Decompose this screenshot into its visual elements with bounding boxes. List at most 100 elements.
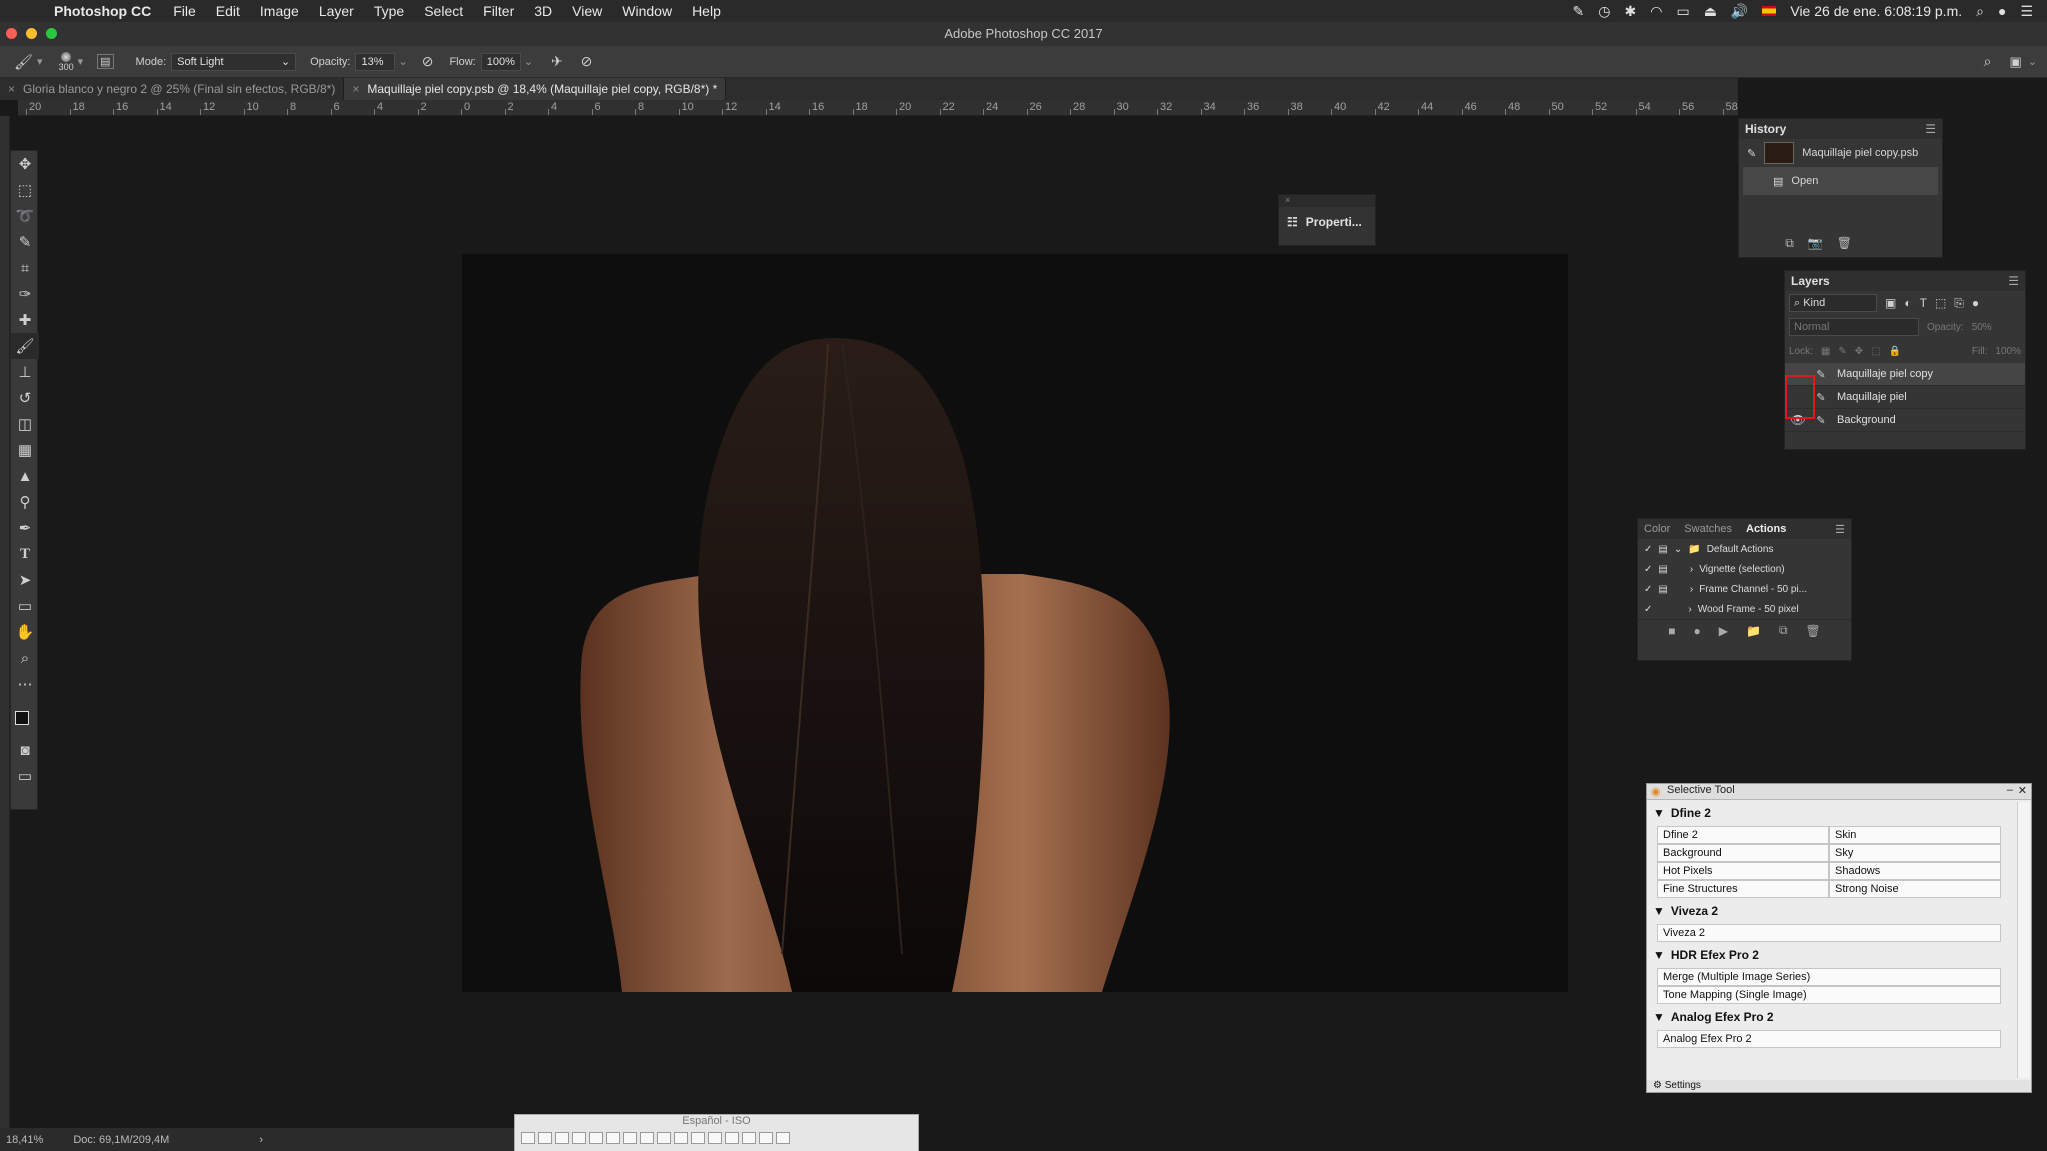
menu-view[interactable]: View [562,3,612,19]
record-icon[interactable]: ● [1694,624,1701,638]
blur-tool-icon[interactable]: ▲ [11,463,39,489]
blend-mode-select[interactable]: Normal [1789,318,1919,336]
pressure-opacity-icon[interactable]: ⊘ [422,53,434,70]
brush-tool-icon[interactable]: 🖌 [11,333,39,359]
adjustment-filter-icon[interactable]: ◐ [1904,296,1911,310]
history-brush-tool-icon[interactable]: ↺ [11,385,39,411]
checkmark-icon[interactable]: ✓ [1644,544,1652,555]
close-tab-icon[interactable]: × [352,82,359,96]
foreground-color-swatch[interactable] [15,711,29,725]
gradient-tool-icon[interactable]: ▦ [11,437,39,463]
workspace-icon[interactable]: ▣ [2009,54,2021,70]
new-action-icon[interactable]: ⧉ [1779,623,1788,638]
screen-mode-icon[interactable]: ▭ [11,763,39,789]
crop-tool-icon[interactable]: ⌗ [11,255,39,281]
menu-type[interactable]: Type [364,3,414,19]
panel-drag-bar[interactable]: × [1279,195,1375,207]
preset-button[interactable]: Sky [1829,844,2001,862]
key[interactable] [674,1132,688,1144]
layers-title[interactable]: Layers [1791,274,1830,288]
notification-center-icon[interactable]: ☰ [2020,3,2033,20]
lock-position-icon[interactable]: ✥ [1855,346,1863,357]
key[interactable] [759,1132,773,1144]
key[interactable] [589,1132,603,1144]
panel-menu-icon[interactable]: ☰ [1925,122,1936,136]
path-selection-tool-icon[interactable]: ➤ [11,567,39,593]
opacity-chevron-icon[interactable]: ⌄ [398,55,407,68]
close-tab-icon[interactable]: × [8,82,15,96]
history-snapshot[interactable]: ✎ Maquillaje piel copy.psb [1739,139,1942,167]
new-set-icon[interactable]: 📁 [1746,624,1761,638]
more-tools-icon[interactable]: ⋯ [11,671,39,697]
preset-button[interactable]: Hot Pixels [1657,862,1829,880]
menu-3d[interactable]: 3D [524,3,562,19]
workspace-chevron-icon[interactable]: ⌄ [2028,55,2037,68]
key[interactable] [742,1132,756,1144]
chevron-right-icon[interactable]: › [1690,584,1693,595]
tab-maquillaje[interactable]: × Maquillaje piel copy.psb @ 18,4% (Maqui… [344,78,727,100]
layer-row[interactable]: ✎ Maquillaje piel copy [1785,363,2025,386]
lock-transparent-icon[interactable]: ▦ [1821,346,1830,357]
panel-menu-icon[interactable]: ☰ [1835,523,1845,536]
checkmark-icon[interactable]: ✓ [1644,564,1652,575]
smart-object-filter-icon[interactable]: ⎘ [1954,296,1964,311]
search-icon[interactable]: ⌕ [1984,53,1992,70]
preset-button[interactable]: Viveza 2 [1657,924,2001,942]
dialog-toggle-icon[interactable]: ▤ [1658,584,1667,595]
key[interactable] [640,1132,654,1144]
section-header[interactable]: ▼ Viveza 2 [1647,898,2031,924]
siri-icon[interactable]: ● [1998,3,2006,19]
airplay-icon[interactable]: ▭ [1676,3,1689,20]
action-set-row[interactable]: ✓ ▤ ⌄ 📁 Default Actions [1638,539,1851,559]
tab-actions[interactable]: Actions [1746,523,1786,535]
menu-file[interactable]: File [163,3,206,19]
action-item[interactable]: ✓ › Wood Frame - 50 pixel [1638,599,1851,619]
marquee-tool-icon[interactable]: ⬚ [11,177,39,203]
document-canvas[interactable] [462,254,1568,992]
action-item[interactable]: ✓ ▤ › Vignette (selection) [1638,559,1851,579]
history-state-open[interactable]: ▤ Open [1743,167,1938,195]
play-icon[interactable]: ▶ [1719,624,1728,638]
filter-toggle-icon[interactable]: ● [1972,296,1979,310]
preset-button[interactable]: Background [1657,844,1829,862]
tool-preset-chevron-icon[interactable]: ▾ [37,55,43,68]
tab-gloria[interactable]: × Gloria blanco y negro 2 @ 25% (Final si… [0,78,345,100]
status-menu-arrow-icon[interactable]: › [259,1134,263,1146]
key[interactable] [606,1132,620,1144]
zoom-tool-icon[interactable]: ⌕ [11,645,39,671]
key[interactable] [725,1132,739,1144]
time-machine-icon[interactable]: ◷ [1598,3,1610,20]
preset-button[interactable]: Skin [1829,826,2001,844]
menu-filter[interactable]: Filter [473,3,524,19]
panel-menu-icon[interactable]: ☰ [2008,274,2019,288]
layer-opacity-input[interactable]: 50% [1972,322,1992,333]
shape-filter-icon[interactable]: ⬚ [1935,296,1946,310]
wifi-icon[interactable]: ◠ [1650,3,1662,20]
tab-color[interactable]: Color [1644,523,1670,535]
volume-icon[interactable]: 🔊 [1731,3,1748,20]
eject-icon[interactable]: ⏏ [1704,3,1717,20]
key[interactable] [555,1132,569,1144]
settings-bar[interactable]: ⚙ Settings [1647,1080,2031,1092]
chevron-right-icon[interactable]: › [1688,604,1691,615]
new-snapshot-icon[interactable]: 📷 [1808,236,1823,251]
preset-button[interactable]: Analog Efex Pro 2 [1657,1030,2001,1048]
rectangle-tool-icon[interactable]: ▭ [11,593,39,619]
bluetooth-icon[interactable]: ✱ [1625,3,1637,20]
delete-state-icon[interactable]: 🗑 [1837,236,1852,251]
app-name-menu[interactable]: Photoshop CC [34,3,163,19]
pixel-filter-icon[interactable]: ▣ [1885,296,1896,310]
menu-window[interactable]: Window [612,3,682,19]
layer-row[interactable]: 👁 ✎ Background [1785,409,2025,432]
quick-mask-icon[interactable]: ◙ [11,737,39,763]
hand-tool-icon[interactable]: ✋ [11,619,39,645]
fill-input[interactable]: 100% [1995,346,2021,357]
selective-titlebar[interactable]: ◉ Selective Tool – ✕ [1647,784,2031,800]
clone-stamp-tool-icon[interactable]: ⊥ [11,359,39,385]
type-tool-icon[interactable]: T [11,541,39,567]
eyedropper-tool-icon[interactable]: ✑ [11,281,39,307]
spotlight-search-icon[interactable]: ⌕ [1976,3,1984,20]
history-title[interactable]: History [1745,122,1786,136]
new-document-from-state-icon[interactable]: ⧉ [1785,236,1794,251]
history-brush-source-icon[interactable]: ✎ [1747,147,1756,160]
